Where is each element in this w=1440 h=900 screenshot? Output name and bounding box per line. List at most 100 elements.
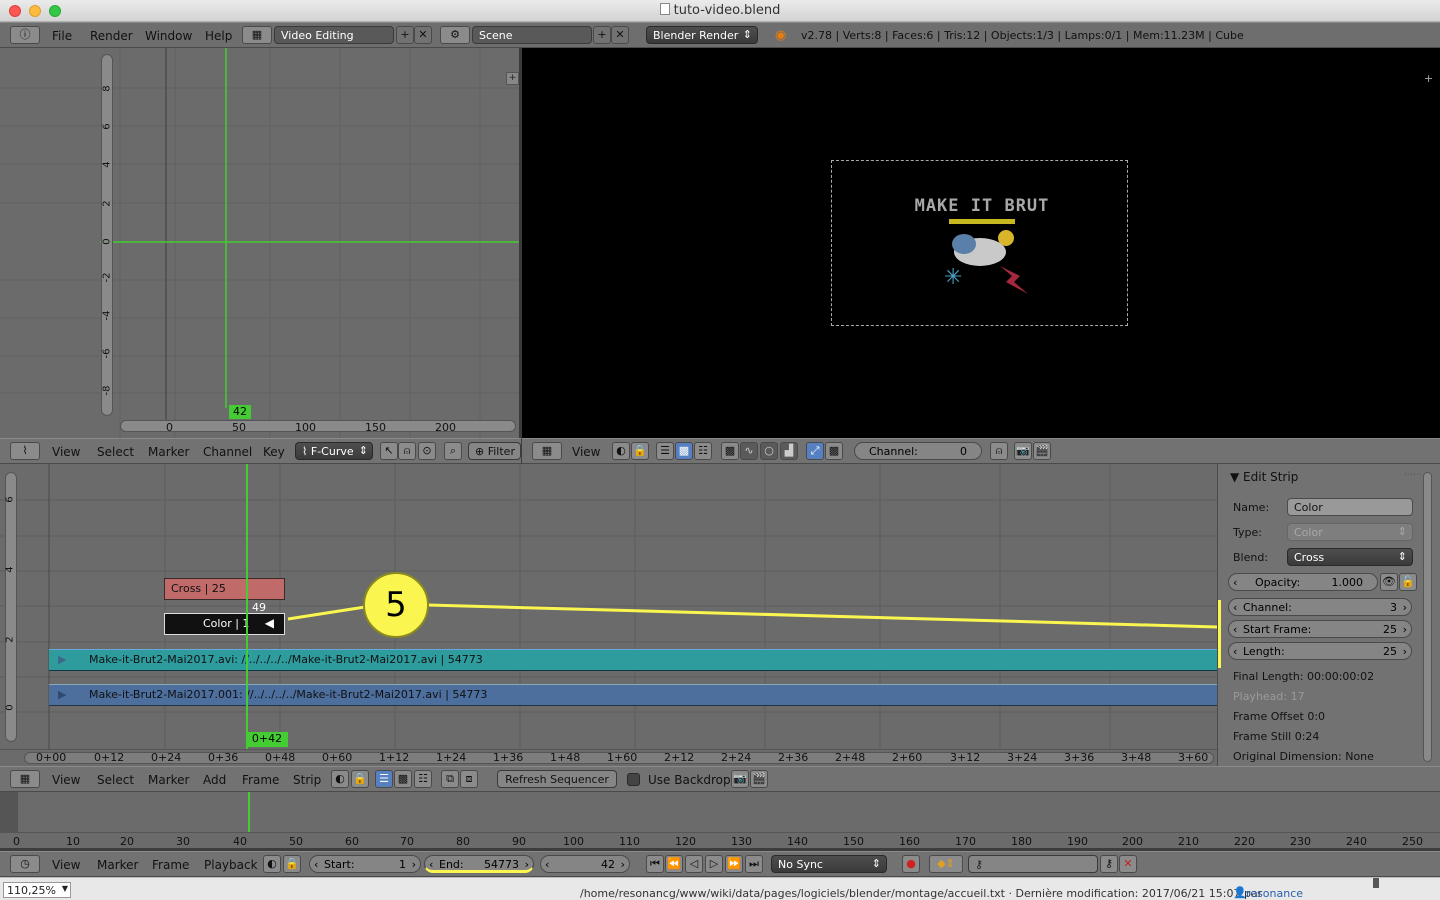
mute-eye-icon[interactable]: 👁 [1380, 573, 1398, 591]
zoom-level-select[interactable]: 110,25% ▼ [3, 882, 71, 898]
user-link[interactable]: resonance [1246, 887, 1303, 900]
panel-scrollbar[interactable] [1423, 472, 1432, 762]
preview-region-toggle-icon[interactable]: + [1424, 72, 1433, 85]
seq-menu-view[interactable]: View [52, 773, 80, 787]
insert-keyframe-icon[interactable]: ⚷ [1100, 855, 1118, 873]
preview-editor-type-icon[interactable]: ▦ [532, 442, 562, 460]
seq-display-icon[interactable]: ◐ [331, 770, 349, 788]
preview-display-icon[interactable]: ◐ [612, 442, 630, 460]
current-frame-input[interactable]: ‹ 42 › [540, 855, 630, 873]
seq-menu-add[interactable]: Add [203, 773, 226, 787]
layout-name-field[interactable]: Video Editing [274, 26, 394, 44]
record-icon[interactable]: ● [902, 855, 920, 873]
keying-set-field[interactable]: ⚷ [968, 855, 1098, 873]
opacity-field[interactable]: ‹ Opacity: 1.000 [1228, 573, 1378, 591]
remove-layout-icon[interactable]: ✕ [414, 26, 432, 44]
display-waveform-icon[interactable]: ∿ [740, 442, 758, 460]
alpha-toggle-icon[interactable]: ▩ [825, 442, 843, 460]
graph-menu-view[interactable]: View [52, 445, 80, 459]
render-animation-icon[interactable]: 🎬 [1033, 442, 1051, 460]
scene-selector-icon[interactable]: ⚙ [440, 26, 470, 44]
panel-drag-handle-icon[interactable]: ⋯⋯ [1404, 470, 1422, 480]
blend-mode-dropdown[interactable]: Cross ⇕ [1287, 548, 1413, 566]
graph-editor[interactable]: 8 6 4 2 0 -2 -4 -6 -8 0 50 100 150 200 4… [0, 48, 521, 438]
seq-render-image-icon[interactable]: 📷 [731, 770, 749, 788]
info-editor-icon[interactable]: ⓘ [10, 26, 40, 44]
delete-keyframe-icon[interactable]: ✕ [1119, 855, 1137, 873]
seq-render-animation-icon[interactable]: 🎬 [750, 770, 768, 788]
sync-mode-dropdown[interactable]: No Sync ⇕ [771, 855, 887, 873]
preview-menu-view[interactable]: View [572, 445, 600, 459]
jump-end-icon[interactable]: ⏭ [745, 855, 763, 873]
seq-menu-strip[interactable]: Strip [293, 773, 321, 787]
strip-type-dropdown[interactable]: Color ⇕ [1287, 523, 1413, 541]
seq-paste-icon[interactable]: ⧈ [460, 770, 478, 788]
graph-region-toggle-icon[interactable]: + [506, 72, 519, 85]
display-image-icon[interactable]: ▩ [721, 442, 739, 460]
menu-render[interactable]: Render [90, 29, 133, 43]
graph-menu-channel[interactable]: Channel [203, 445, 252, 459]
seq-menu-frame[interactable]: Frame [242, 773, 279, 787]
timeline-editor-type-icon[interactable]: ◷ [10, 855, 40, 873]
sequencer-preview[interactable]: MAKE IT BRUT ✳ + [522, 48, 1440, 438]
seq-view-both-icon[interactable]: ☷ [414, 770, 432, 788]
end-frame-input[interactable]: ‹ End: 54773 › [424, 855, 534, 873]
render-engine-dropdown[interactable]: Blender Render ⇕ [646, 26, 758, 44]
seq-menu-marker[interactable]: Marker [148, 773, 189, 787]
seq-copy-icon[interactable]: ⧉ [441, 770, 459, 788]
channel-field[interactable]: ‹ Channel: 3 › [1228, 598, 1412, 616]
timeline-menu-playback[interactable]: Playback [204, 858, 258, 872]
menu-help[interactable]: Help [205, 29, 232, 43]
sequencer-strips[interactable]: 6 4 2 0 Cross | 25 49 Color | 1 ◀ ▶ Make… [0, 464, 1217, 766]
graph-filter-button[interactable]: ⊕ Filter [468, 442, 521, 460]
lock-icon[interactable]: 🔓 [1399, 573, 1417, 591]
render-image-icon[interactable]: 📷 [1014, 442, 1032, 460]
sequencer-editor-type-icon[interactable]: ▦ [10, 770, 40, 788]
menu-file[interactable]: File [52, 29, 72, 43]
keying-set-icon[interactable]: ◆⇕ [929, 855, 963, 873]
jump-start-icon[interactable]: ⏮ [646, 855, 664, 873]
preview-channel-field[interactable]: Channel: 0 [854, 442, 982, 460]
play-reverse-icon[interactable]: ◁ [685, 855, 703, 873]
timeline-playhead-line[interactable] [248, 792, 250, 832]
display-histogram-icon[interactable]: ▟ [780, 442, 798, 460]
zoom-icon[interactable]: ⌕ [444, 442, 462, 460]
strip-name-input[interactable]: Color [1287, 498, 1413, 516]
preview-view-both-icon[interactable]: ☷ [694, 442, 712, 460]
seq-view-preview-icon[interactable]: ▩ [394, 770, 412, 788]
preview-view-preview-icon[interactable]: ▩ [675, 442, 693, 460]
timeline-display-icon[interactable]: ◐ [263, 855, 281, 873]
timeline-menu-marker[interactable]: Marker [97, 858, 138, 872]
timeline-menu-view[interactable]: View [52, 858, 80, 872]
pivot-icon[interactable]: ⊙ [418, 442, 436, 460]
seq-view-sequence-icon[interactable]: ☰ [375, 770, 393, 788]
length-field[interactable]: ‹ Length: 25 › [1228, 642, 1412, 660]
scene-name-field[interactable]: Scene [472, 26, 592, 44]
browser-window-scrollbar[interactable] [1373, 878, 1379, 888]
add-scene-icon[interactable]: + [593, 26, 611, 44]
start-frame-input[interactable]: ‹ Start: 1 › [309, 855, 421, 873]
play-icon[interactable]: ▷ [705, 855, 723, 873]
graph-menu-key[interactable]: Key [263, 445, 285, 459]
ghost-icon[interactable]: ⍝ [398, 442, 416, 460]
preview-view-sequence-icon[interactable]: ☰ [656, 442, 674, 460]
menu-window[interactable]: Window [145, 29, 192, 43]
layout-selector-icon[interactable]: ▦ [242, 26, 272, 44]
graph-editor-type-icon[interactable]: ⌇ [10, 442, 40, 460]
seq-menu-select[interactable]: Select [97, 773, 134, 787]
jump-next-keyframe-icon[interactable]: ⏩ [725, 855, 743, 873]
graph-menu-marker[interactable]: Marker [148, 445, 189, 459]
graph-x-scrollbar[interactable] [120, 420, 516, 432]
seq-lock-icon[interactable]: 🔒 [351, 770, 369, 788]
jump-prev-keyframe-icon[interactable]: ⏪ [665, 855, 683, 873]
graph-mode-dropdown[interactable]: ⌇ F-Curve ⇕ [295, 442, 373, 460]
display-vectorscope-icon[interactable]: ○ [760, 442, 778, 460]
refresh-sequencer-button[interactable]: Refresh Sequencer [497, 770, 617, 788]
preview-lock-icon[interactable]: 🔒 [631, 442, 649, 460]
graph-current-frame-indicator[interactable]: 42 [229, 405, 251, 419]
timeline-menu-frame[interactable]: Frame [152, 858, 189, 872]
edit-strip-title[interactable]: ▼ Edit Strip [1230, 470, 1298, 484]
add-layout-icon[interactable]: + [396, 26, 414, 44]
preview-ghost-icon[interactable]: ⍝ [990, 442, 1008, 460]
graph-menu-select[interactable]: Select [97, 445, 134, 459]
